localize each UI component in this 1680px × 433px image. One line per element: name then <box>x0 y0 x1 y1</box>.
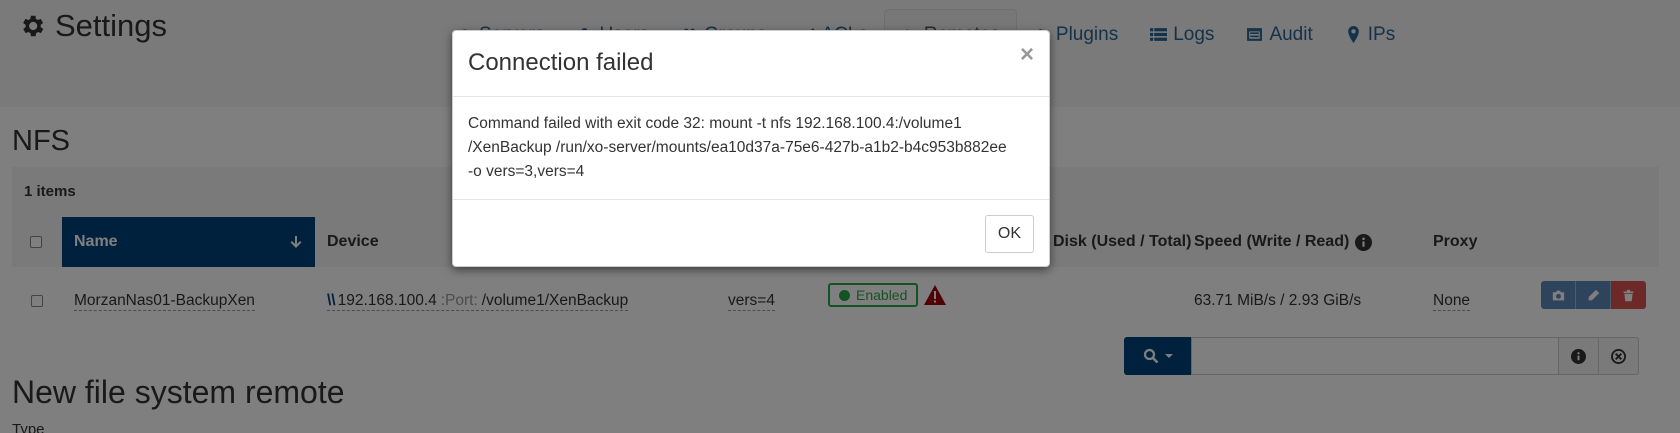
ok-button[interactable]: OK <box>984 215 1034 253</box>
close-icon[interactable]: × <box>1020 43 1034 67</box>
modal-error-message: Command failed with exit code 32: mount … <box>453 97 1049 200</box>
modal-header: Connection failed × <box>453 31 1049 97</box>
connection-failed-dialog: Connection failed × Command failed with … <box>452 30 1050 267</box>
modal-footer: OK <box>453 200 1049 267</box>
modal-title: Connection failed <box>468 49 654 76</box>
